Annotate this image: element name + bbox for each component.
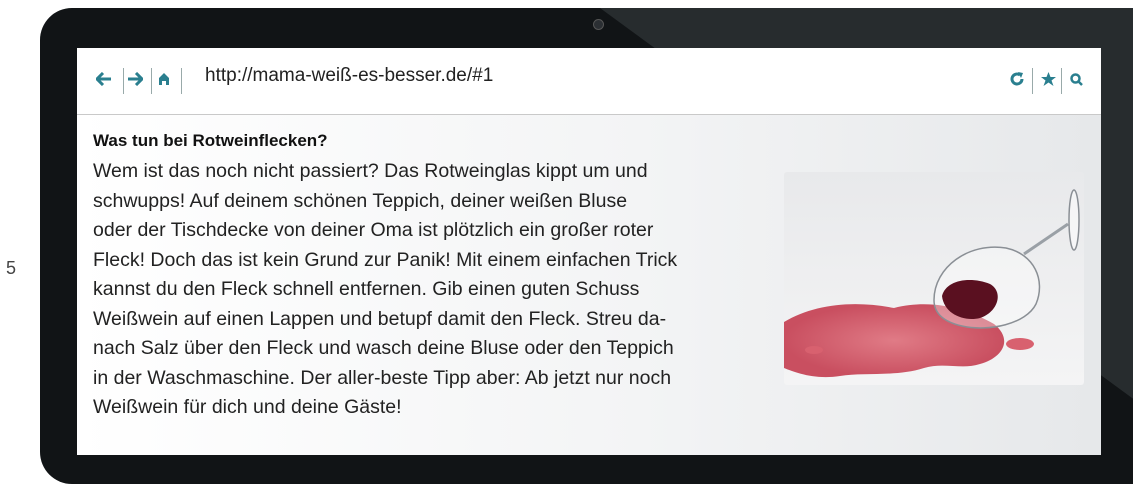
tablet-frame: http://mama-weiß-es-besser.de/#1 Was tun…	[40, 8, 1133, 484]
article-line: nach Salz über den Fleck und wasch deine…	[93, 337, 674, 359]
article-body: Wem ist das noch nicht passiert? Das Rot…	[93, 157, 763, 423]
article-title: Was tun bei Rotweinflecken?	[93, 131, 328, 150]
page-content: Was tun bei Rotweinflecken? Wem ist das …	[77, 115, 1101, 455]
home-icon[interactable]	[155, 70, 173, 88]
address-bar: http://mama-weiß-es-besser.de/#1	[77, 48, 1101, 115]
article-line: Wem ist das noch nicht passiert? Das Rot…	[93, 160, 648, 182]
browser-screen: http://mama-weiß-es-besser.de/#1 Was tun…	[77, 48, 1101, 455]
url-text[interactable]: http://mama-weiß-es-besser.de/#1	[205, 65, 493, 87]
search-icon[interactable]	[1067, 70, 1085, 88]
article-line: Fleck! Doch das ist kein Grund zur Panik…	[93, 248, 678, 271]
article-line: Weißwein für dich und deine Gäste!	[93, 396, 402, 418]
article-line: schwupps! Auf deinem schönen Teppich, de…	[93, 189, 628, 212]
article-line: oder der Tischdecke von deiner Oma ist p…	[93, 219, 654, 241]
article-line: in der Waschmaschine. Der aller-beste Ti…	[93, 366, 672, 389]
forward-arrow-icon[interactable]	[126, 70, 144, 88]
reload-icon[interactable]	[1008, 70, 1026, 88]
line-number: 5	[6, 258, 17, 278]
article-line: Weißwein auf einen Lappen und betupf dam…	[93, 307, 667, 330]
spilled-wine-image	[784, 172, 1084, 385]
camera-icon	[593, 19, 604, 30]
star-icon[interactable]	[1039, 70, 1057, 88]
article-line: kannst du den Fleck schnell entfernen. G…	[93, 278, 640, 300]
back-arrow-icon[interactable]	[95, 70, 113, 88]
